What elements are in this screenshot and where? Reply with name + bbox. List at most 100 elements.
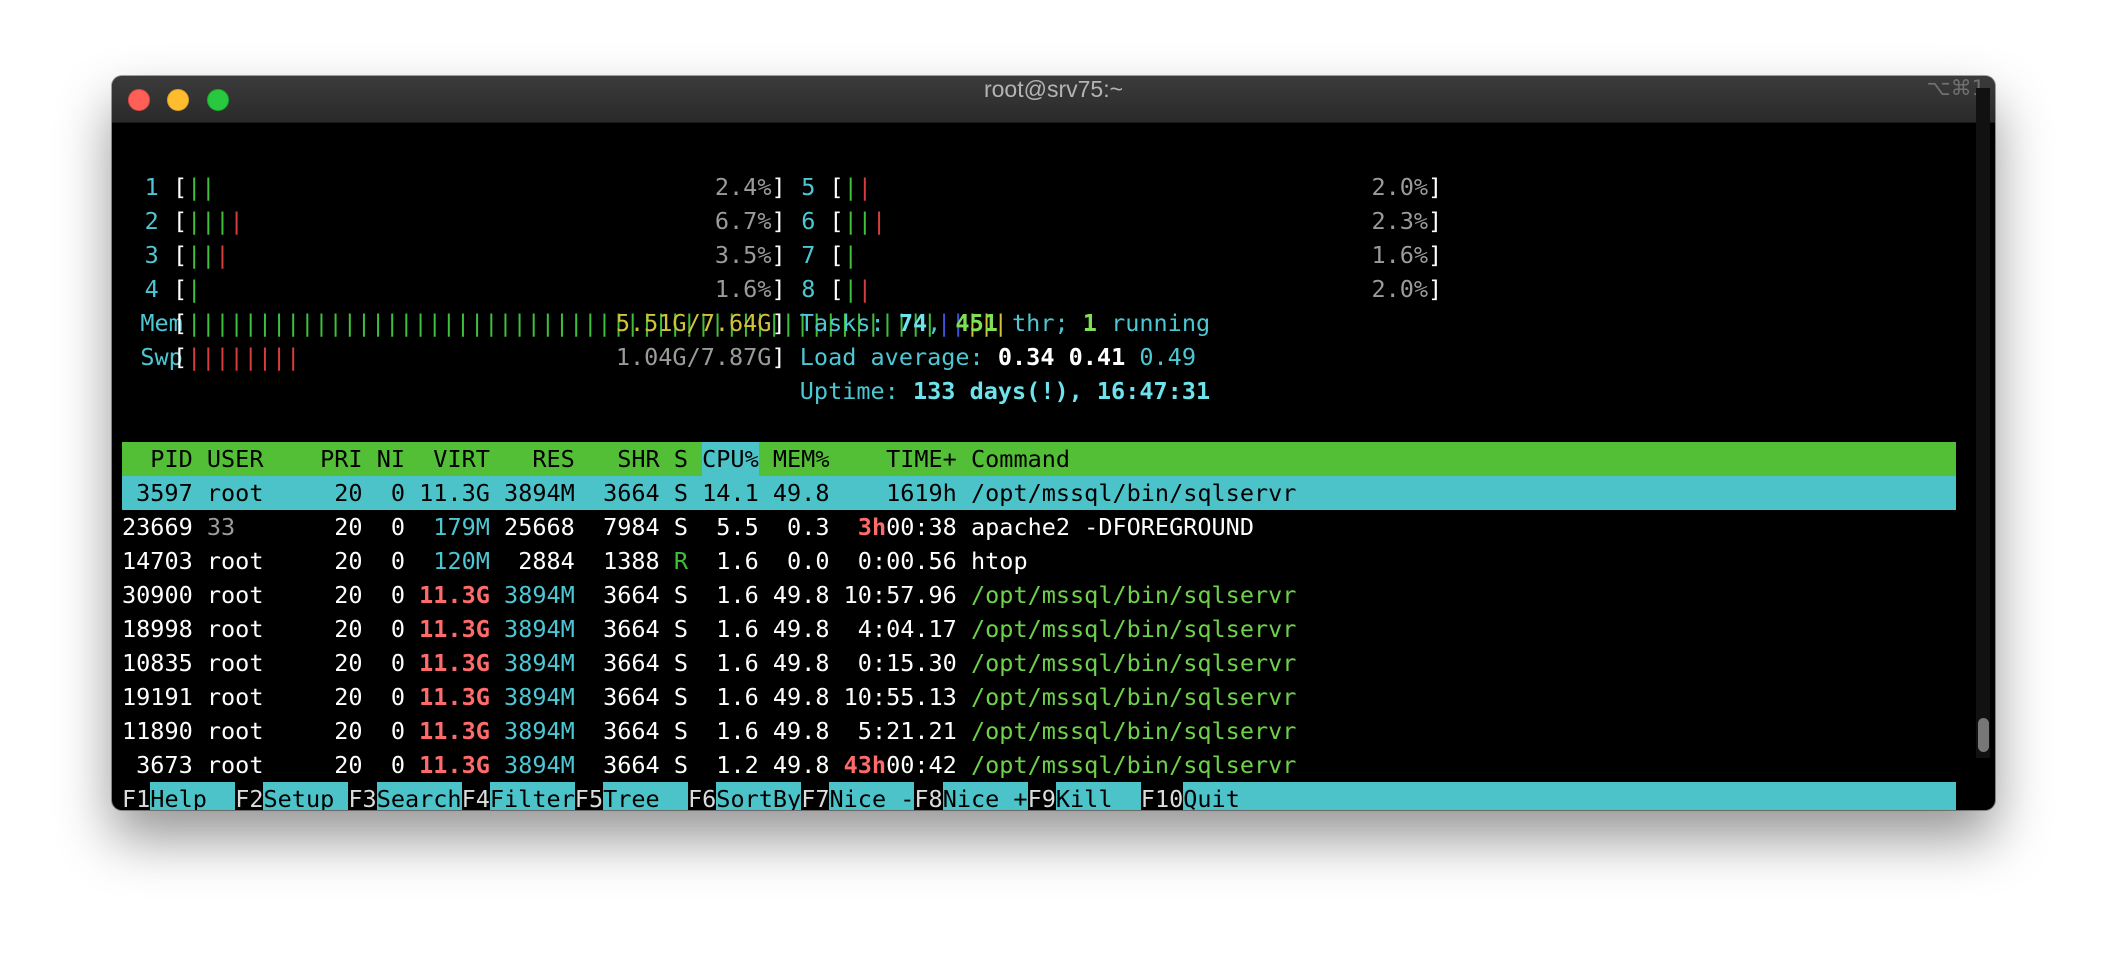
process-virt: 11.3G <box>419 751 490 779</box>
function-key-label[interactable]: Kill <box>1056 782 1141 810</box>
meter-bar-segment: | <box>857 173 872 201</box>
meter-bar-segment: || <box>187 173 216 201</box>
process-virt: 11.3G <box>419 615 490 643</box>
load-average-label: Load average: <box>799 343 984 371</box>
process-shr: 3664 <box>603 581 660 609</box>
process-pri: 20 <box>334 581 363 609</box>
function-key-f8[interactable]: F8 <box>914 782 943 810</box>
htop-screen[interactable]: 1[|| 2.4%] 2[||| | 6.7%] 3[|| | 3.5%] 4[| 1.6%] 5[… <box>122 122 1956 810</box>
function-key-f7[interactable]: F7 <box>801 782 830 810</box>
process-cmd: /opt/mssql/bin/sqlservr <box>971 649 1297 677</box>
cpu-meter-label: 6 <box>801 207 816 235</box>
function-key-f1[interactable]: F1 <box>122 782 151 810</box>
process-cmd: /opt/mssql/bin/sqlservr <box>971 615 1297 643</box>
process-user: root <box>206 649 264 677</box>
scrollbar-thumb[interactable] <box>1978 718 1989 752</box>
process-virt: 11.3G <box>419 479 490 507</box>
meter-bar-segment: |||||||| <box>187 343 301 371</box>
meter-bracket-open: [ <box>172 173 188 201</box>
process-s: R <box>673 547 688 575</box>
cpu-meter-percent: 2.0% <box>1371 275 1429 303</box>
process-cpu: 1.6 <box>716 649 759 677</box>
process-ni: 0 <box>390 615 405 643</box>
process-res: 25668 <box>504 513 575 541</box>
function-key-f6[interactable]: F6 <box>688 782 717 810</box>
process-s: S <box>673 615 688 643</box>
process-time: 00:38 <box>886 513 957 541</box>
process-user: root <box>206 581 264 609</box>
function-key-label[interactable]: SortBy <box>716 782 801 810</box>
column-header-res[interactable]: RES <box>532 442 574 476</box>
meter-bracket-close: ] <box>1428 241 1443 269</box>
column-header-mem[interactable]: MEM% <box>773 442 830 476</box>
column-header-time[interactable]: TIME+ <box>886 442 957 476</box>
threads-count: 451 <box>955 309 998 337</box>
column-header-user[interactable]: USER <box>207 442 264 476</box>
meter-bar-segment: | <box>857 275 872 303</box>
function-key-f5[interactable]: F5 <box>574 782 604 810</box>
meter-bracket-open: [ <box>172 241 188 269</box>
process-virt: 11.3G <box>419 683 490 711</box>
process-virt: 11.3G <box>419 649 490 677</box>
process-cpu: 14.1 <box>702 479 759 507</box>
process-user: root <box>206 479 264 507</box>
process-pid: 10835 <box>122 649 193 677</box>
function-key-label[interactable]: Nice - <box>830 782 915 810</box>
process-shr: 3664 <box>603 615 660 643</box>
column-header-cpu[interactable]: CPU% <box>702 442 759 476</box>
cpu-meter-percent: 2.4% <box>714 173 772 201</box>
meter-bracket-open: [ <box>829 275 844 303</box>
function-key-f3[interactable]: F3 <box>348 782 377 810</box>
process-ni: 0 <box>390 547 405 575</box>
process-mem: 49.8 <box>772 649 830 677</box>
process-time: 1619h <box>886 479 957 507</box>
tasks-count: 74 <box>898 309 928 337</box>
meter-bar-segment: ||| <box>187 207 230 235</box>
process-virt: 120M <box>433 547 490 575</box>
column-header-virt[interactable]: VIRT <box>433 442 490 476</box>
load-1min: 0.34 <box>997 343 1055 371</box>
process-mem: 49.8 <box>772 615 830 643</box>
function-key-label[interactable]: Quit <box>1183 782 1240 810</box>
process-shr: 3664 <box>603 751 660 779</box>
function-key-label[interactable]: Search <box>377 782 462 810</box>
process-s: S <box>673 751 688 779</box>
function-key-label[interactable]: Tree <box>603 782 688 810</box>
column-header-cmd[interactable]: Command <box>971 442 1070 476</box>
function-key-f10[interactable]: F10 <box>1140 782 1184 810</box>
process-cpu: 1.6 <box>716 717 759 745</box>
process-res: 3894M <box>504 479 575 507</box>
column-header-s[interactable]: S <box>674 442 688 476</box>
function-key-f2[interactable]: F2 <box>235 782 264 810</box>
process-user: root <box>206 615 264 643</box>
cpu-meter-percent: 2.3% <box>1371 207 1429 235</box>
meter-bracket-open: [ <box>172 343 188 371</box>
column-header-shr[interactable]: SHR <box>617 442 659 476</box>
process-cpu: 1.6 <box>716 683 759 711</box>
process-s: S <box>673 513 688 541</box>
process-virt: 11.3G <box>419 581 490 609</box>
function-key-label[interactable]: Nice + <box>943 782 1028 810</box>
process-res: 3894M <box>504 717 575 745</box>
swap-meter-value: 1.04G/7.87G <box>615 343 772 371</box>
scrollbar[interactable] <box>1976 88 1990 758</box>
column-header-pri[interactable]: PRI <box>320 442 362 476</box>
title-bar[interactable]: root@srv75:~ ⌥⌘1 <box>112 76 1995 123</box>
terminal-window[interactable]: root@srv75:~ ⌥⌘1 1[|| 2.4%] 2[||| | 6.7%] 3[|… <box>112 76 1995 810</box>
process-ni: 0 <box>390 649 405 677</box>
process-time: 5:21.21 <box>857 717 957 745</box>
column-header-pid[interactable]: PID <box>150 442 192 476</box>
function-key-f9[interactable]: F9 <box>1027 782 1056 810</box>
cpu-meter-percent: 1.6% <box>1371 241 1429 269</box>
process-cpu: 1.6 <box>716 615 759 643</box>
process-pid: 11890 <box>122 717 193 745</box>
process-cpu: 5.5 <box>716 513 759 541</box>
function-key-label[interactable]: Filter <box>490 782 575 810</box>
process-shr: 3664 <box>603 717 660 745</box>
function-key-label[interactable]: Setup <box>264 782 349 810</box>
meter-bar-segment: | <box>843 275 858 303</box>
function-key-label[interactable]: Help <box>150 782 235 810</box>
process-ni: 0 <box>390 683 405 711</box>
column-header-ni[interactable]: NI <box>377 442 405 476</box>
function-key-f4[interactable]: F4 <box>461 782 490 810</box>
